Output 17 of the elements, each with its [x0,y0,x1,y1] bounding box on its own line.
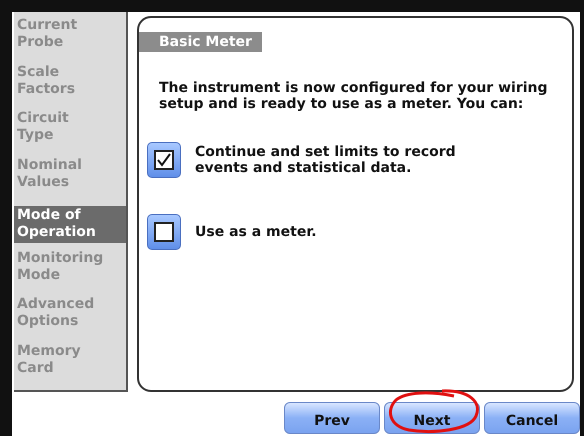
sidebar-item[interactable]: Monitoring Mode [14,248,126,295]
sidebar-item[interactable]: Nominal Values [14,156,126,202]
panel-title: Basic Meter [139,32,262,52]
option-label: Continue and set limits to record events and statistical data. [195,144,457,176]
sidebar-item[interactable]: Memory Card [14,342,126,388]
sidebar-item[interactable]: Current Probe [14,16,126,62]
sidebar-item[interactable]: Circuit Type [14,109,126,156]
dialog-button[interactable]: Prev [284,402,380,434]
option-label: Use as a meter. [195,224,318,240]
checkbox[interactable] [147,142,181,178]
intro-text: The instrument is now configured for your wiring setup and is ready to use as a meter. You can: [159,80,549,112]
sidebar-item[interactable]: Mode of Operation [14,206,126,243]
sidebar-item[interactable]: Scale Factors [14,62,126,109]
checkbox[interactable] [147,214,181,250]
sidebar-item[interactable]: Advanced Options [14,295,126,342]
check-icon [156,152,172,168]
dialog-button[interactable]: Cancel [484,402,580,434]
